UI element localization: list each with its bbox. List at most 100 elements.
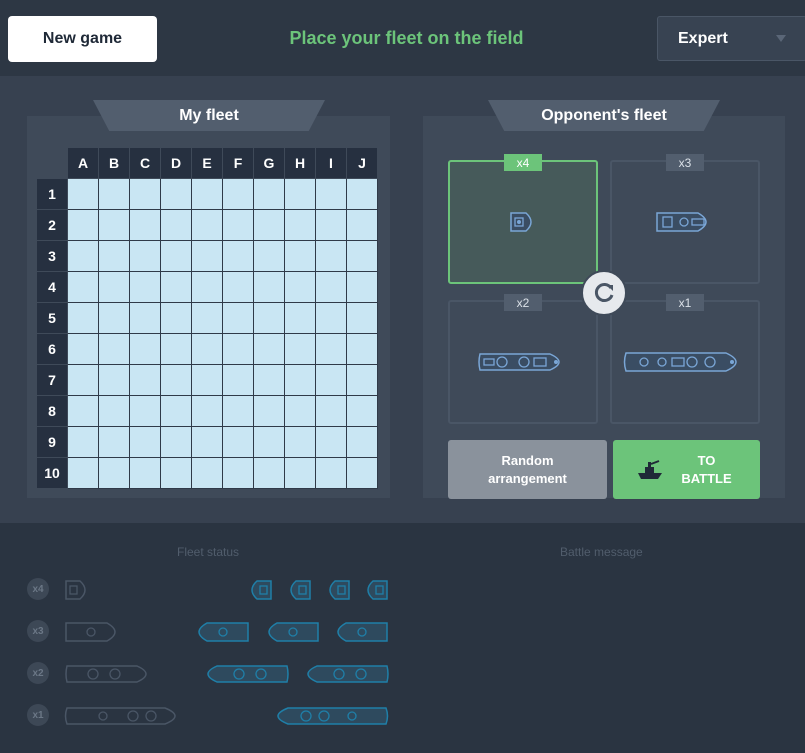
grid-cell[interactable]: [130, 365, 161, 396]
grid-cell[interactable]: [161, 427, 192, 458]
grid-cell[interactable]: [130, 303, 161, 334]
ship-slot-1-deck[interactable]: x4: [448, 154, 598, 284]
rotate-ship-button[interactable]: [581, 270, 627, 316]
grid-cell[interactable]: [68, 334, 99, 365]
ship-slot-3-deck[interactable]: x2: [448, 294, 598, 424]
grid-cell[interactable]: [254, 303, 285, 334]
grid-cell[interactable]: [285, 334, 316, 365]
grid-cell[interactable]: [68, 396, 99, 427]
grid-cell[interactable]: [130, 334, 161, 365]
grid-cell[interactable]: [223, 303, 254, 334]
grid-cell[interactable]: [192, 458, 223, 489]
grid-cell[interactable]: [99, 427, 130, 458]
grid-cell[interactable]: [161, 179, 192, 210]
grid-cell[interactable]: [285, 179, 316, 210]
grid-cell[interactable]: [285, 396, 316, 427]
grid-cell[interactable]: [316, 210, 347, 241]
grid-cell[interactable]: [254, 179, 285, 210]
grid-cell[interactable]: [254, 396, 285, 427]
grid-cell[interactable]: [99, 241, 130, 272]
grid-cell[interactable]: [254, 365, 285, 396]
grid-cell[interactable]: [347, 427, 378, 458]
grid-cell[interactable]: [161, 365, 192, 396]
to-battle-button[interactable]: TO BATTLE: [613, 440, 760, 499]
grid-cell[interactable]: [161, 303, 192, 334]
grid-cell[interactable]: [68, 210, 99, 241]
grid-cell[interactable]: [68, 303, 99, 334]
grid-cell[interactable]: [99, 458, 130, 489]
grid-cell[interactable]: [68, 365, 99, 396]
grid-cell[interactable]: [285, 210, 316, 241]
grid-cell[interactable]: [254, 210, 285, 241]
new-game-button[interactable]: New game: [8, 16, 157, 62]
grid-cell[interactable]: [347, 458, 378, 489]
grid-cell[interactable]: [316, 458, 347, 489]
grid-cell[interactable]: [192, 303, 223, 334]
grid-cell[interactable]: [285, 365, 316, 396]
grid-cell[interactable]: [68, 241, 99, 272]
grid-cell[interactable]: [192, 427, 223, 458]
grid-cell[interactable]: [254, 241, 285, 272]
grid-cell[interactable]: [254, 427, 285, 458]
grid-cell[interactable]: [130, 179, 161, 210]
ship-slot-4-deck[interactable]: x1: [610, 294, 760, 424]
grid-cell[interactable]: [223, 241, 254, 272]
grid-cell[interactable]: [192, 210, 223, 241]
grid-cell[interactable]: [254, 272, 285, 303]
grid-cell[interactable]: [99, 334, 130, 365]
grid-cell[interactable]: [254, 334, 285, 365]
grid-cell[interactable]: [130, 272, 161, 303]
grid-cell[interactable]: [285, 427, 316, 458]
grid-cell[interactable]: [254, 458, 285, 489]
grid-cell[interactable]: [223, 365, 254, 396]
difficulty-select[interactable]: Expert: [657, 16, 805, 61]
grid-cell[interactable]: [223, 272, 254, 303]
grid-cell[interactable]: [130, 396, 161, 427]
grid-cell[interactable]: [316, 303, 347, 334]
grid-cell[interactable]: [285, 272, 316, 303]
grid-cell[interactable]: [347, 210, 378, 241]
random-arrangement-button[interactable]: Random arrangement: [448, 440, 607, 499]
grid-cell[interactable]: [316, 179, 347, 210]
grid-cell[interactable]: [161, 458, 192, 489]
grid-cell[interactable]: [223, 427, 254, 458]
grid-cell[interactable]: [223, 179, 254, 210]
grid-cell[interactable]: [130, 458, 161, 489]
grid-cell[interactable]: [192, 241, 223, 272]
grid-cell[interactable]: [223, 458, 254, 489]
grid-cell[interactable]: [68, 427, 99, 458]
grid-cell[interactable]: [161, 272, 192, 303]
grid-cell[interactable]: [316, 396, 347, 427]
grid-cell[interactable]: [347, 334, 378, 365]
grid-cell[interactable]: [316, 272, 347, 303]
ship-slot-2-deck[interactable]: x3: [610, 154, 760, 284]
grid-cell[interactable]: [99, 210, 130, 241]
grid-cell[interactable]: [130, 210, 161, 241]
grid-cell[interactable]: [192, 396, 223, 427]
grid-cell[interactable]: [347, 365, 378, 396]
grid-cell[interactable]: [223, 396, 254, 427]
grid-cell[interactable]: [223, 334, 254, 365]
grid-cell[interactable]: [347, 179, 378, 210]
grid-cell[interactable]: [316, 241, 347, 272]
grid-cell[interactable]: [130, 241, 161, 272]
grid-cell[interactable]: [223, 210, 254, 241]
grid-cell[interactable]: [68, 458, 99, 489]
grid-cell[interactable]: [347, 303, 378, 334]
grid-cell[interactable]: [161, 241, 192, 272]
grid-cell[interactable]: [99, 272, 130, 303]
grid-cell[interactable]: [161, 210, 192, 241]
grid-cell[interactable]: [68, 179, 99, 210]
grid-cell[interactable]: [99, 303, 130, 334]
grid-cell[interactable]: [161, 334, 192, 365]
grid-cell[interactable]: [316, 334, 347, 365]
grid-cell[interactable]: [285, 241, 316, 272]
grid-cell[interactable]: [99, 396, 130, 427]
grid-cell[interactable]: [192, 334, 223, 365]
grid-cell[interactable]: [347, 241, 378, 272]
grid-cell[interactable]: [130, 427, 161, 458]
grid-cell[interactable]: [347, 272, 378, 303]
grid-cell[interactable]: [347, 396, 378, 427]
grid-cell[interactable]: [192, 179, 223, 210]
grid-cell[interactable]: [99, 365, 130, 396]
